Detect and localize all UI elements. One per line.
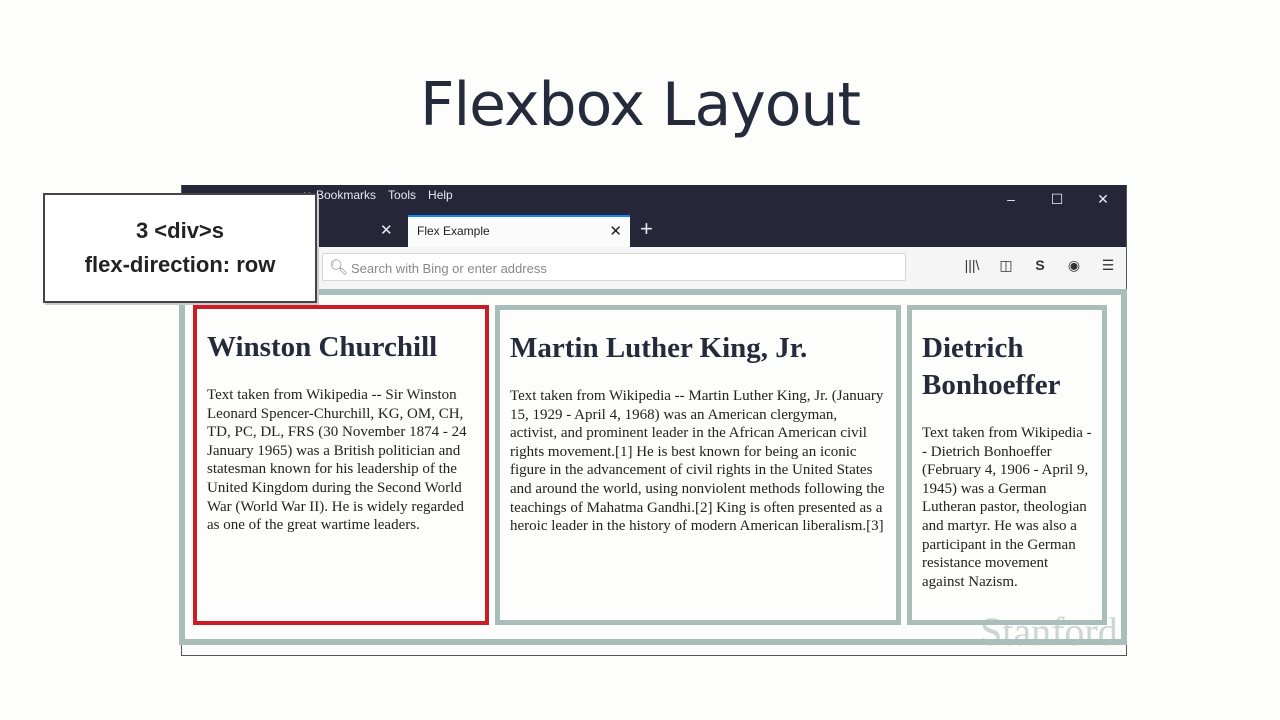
card-title: Dietrich Bonhoeffer — [922, 332, 1061, 401]
new-tab-button[interactable]: + — [640, 216, 653, 242]
toolbar-icons: |||\ ◫ S ◉ ☰ — [962, 257, 1118, 274]
flex-container: Winston Churchill Text taken from Wikipe… — [179, 289, 1127, 645]
annotation-line-1: 3 <div>s — [135, 218, 225, 243]
card-title: Winston Churchill — [207, 331, 438, 363]
card-text: Text taken from Wikipedia -- Dietrich Bo… — [922, 425, 1092, 590]
minimize-button[interactable]: – — [988, 185, 1034, 213]
search-icon: 🔍︎ — [329, 259, 349, 276]
card-king: Martin Luther King, Jr. Text taken from … — [495, 305, 901, 625]
close-tab-icon[interactable]: ✕ — [380, 221, 393, 239]
tab-bar: ✕ Flex Example ✕ + — [182, 213, 1126, 247]
stanford-watermark: Stanford — [980, 609, 1118, 654]
maximize-button[interactable]: ☐ — [1034, 185, 1080, 213]
account-icon[interactable]: ◉ — [1064, 257, 1084, 274]
slide-title: Flexbox Layout — [419, 70, 861, 140]
window-controls: – ☐ ✕ — [988, 185, 1126, 213]
card-text: Text taken from Wikipedia -- Sir Winston… — [207, 387, 467, 534]
annotation-callout: 3 <div>s flex-direction: row — [43, 193, 317, 303]
library-icon[interactable]: |||\ — [962, 257, 982, 274]
card-title: Martin Luther King, Jr. — [510, 332, 808, 364]
s-extension-icon[interactable]: S — [1030, 257, 1050, 274]
browser-window: y Bookmarks Tools Help – ☐ ✕ ✕ Flex Exam… — [179, 185, 1127, 656]
card-text: Text taken from Wikipedia -- Martin Luth… — [510, 388, 885, 535]
menu-bookmarks[interactable]: Bookmarks — [316, 188, 376, 202]
menu-help[interactable]: Help — [428, 188, 453, 202]
close-window-button[interactable]: ✕ — [1080, 185, 1126, 213]
card-churchill: Winston Churchill Text taken from Wikipe… — [193, 305, 489, 625]
tab-flex-example[interactable]: Flex Example ✕ — [408, 215, 630, 247]
menu-bar: y Bookmarks Tools Help — [304, 188, 453, 202]
card-bonhoeffer: Dietrich Bonhoeffer Text taken from Wiki… — [907, 305, 1107, 625]
navigation-toolbar: 🔍︎ |||\ ◫ S ◉ ☰ — [182, 247, 1126, 290]
menu-tools[interactable]: Tools — [388, 188, 416, 202]
hamburger-menu-icon[interactable]: ☰ — [1098, 257, 1118, 274]
sidebar-icon[interactable]: ◫ — [996, 257, 1016, 274]
close-tab-icon[interactable]: ✕ — [609, 222, 622, 240]
title-bar: y Bookmarks Tools Help – ☐ ✕ — [182, 185, 1126, 213]
annotation-line-2: flex-direction: row — [84, 252, 276, 277]
address-input[interactable] — [349, 257, 893, 279]
address-bar[interactable]: 🔍︎ — [322, 253, 906, 281]
tab-label: Flex Example — [417, 224, 490, 238]
